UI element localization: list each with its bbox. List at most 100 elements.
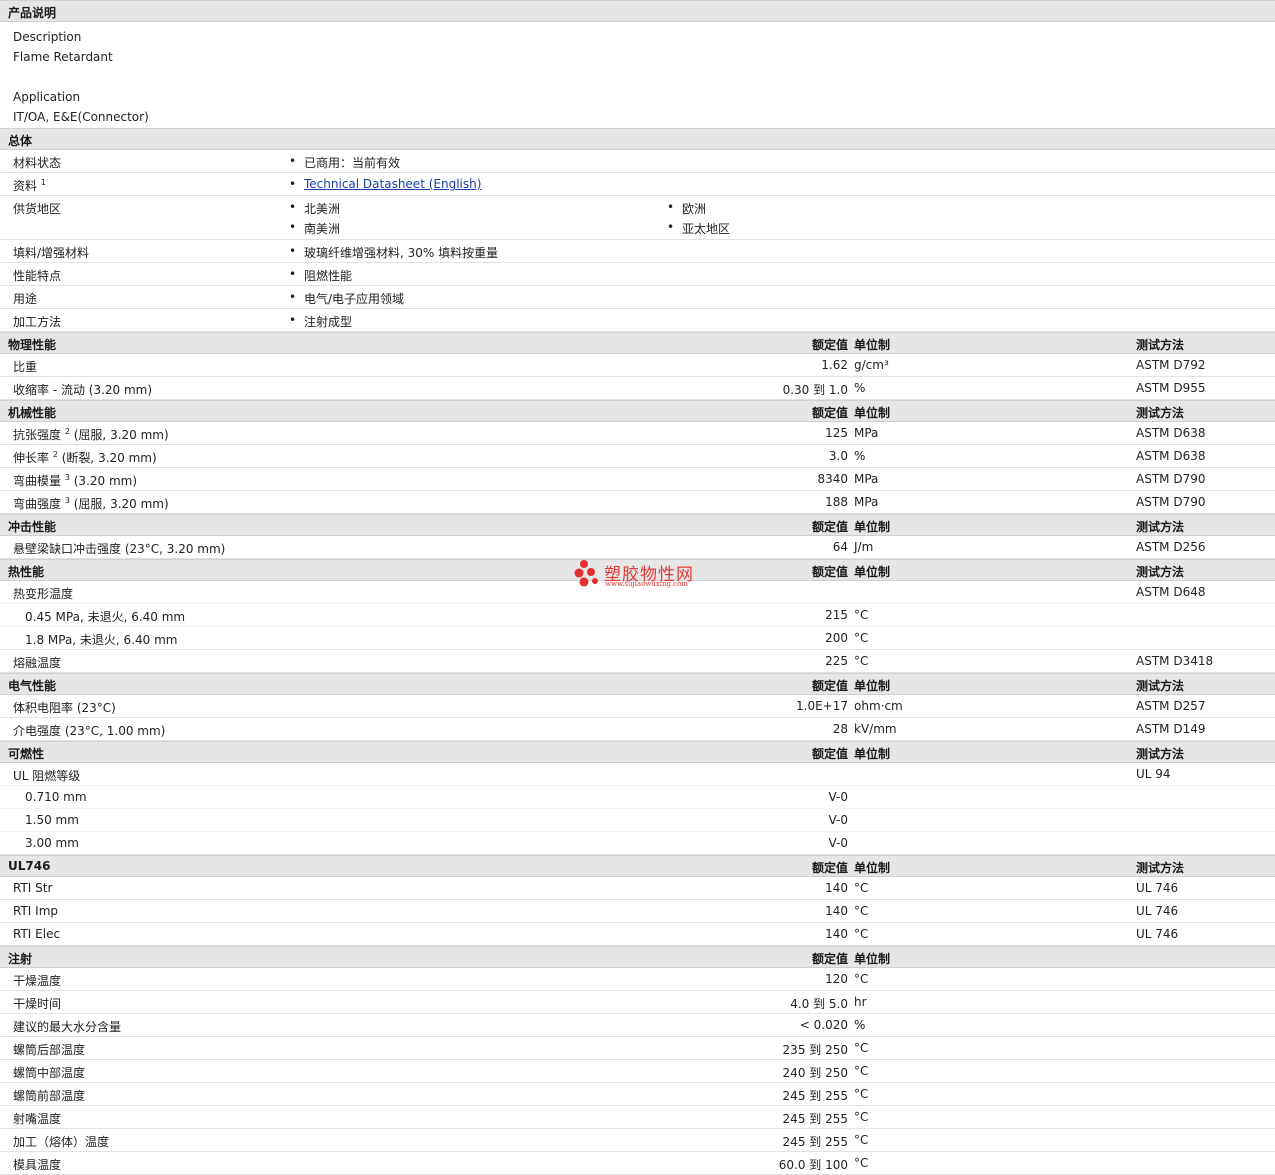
section-title: 产品说明 — [8, 6, 57, 20]
col-header-unit: 单位制 — [854, 861, 891, 875]
row-bullet: 阻燃性能 — [288, 267, 352, 284]
property-value: 235 到 250 — [782, 1043, 848, 1057]
property-value: 4.0 到 5.0 — [790, 997, 848, 1011]
property-value: 200 — [825, 631, 848, 645]
property-unit: J/m — [854, 540, 874, 554]
col-header-unit: 单位制 — [854, 747, 891, 761]
col-header-unit: 单位制 — [854, 679, 891, 693]
property-unit: kV/mm — [854, 722, 897, 736]
test-method: UL 746 — [1136, 927, 1179, 941]
col-header-value: 额定值 — [811, 952, 848, 966]
col-header-unit: 单位制 — [854, 565, 891, 579]
region-item: 欧洲 — [666, 200, 706, 217]
row-label: 填料/增强材料 — [13, 246, 90, 260]
section-title: 冲击性能 — [8, 520, 57, 534]
property-value: 1.0E+17 — [796, 699, 848, 713]
property-label: 螺筒中部温度 — [13, 1066, 86, 1080]
test-method: ASTM D638 — [1136, 426, 1206, 440]
property-value: 28 — [832, 722, 848, 736]
property-unit: °C — [854, 608, 869, 622]
general-row-status: 材料状态 已商用：当前有效 — [0, 150, 1275, 173]
section-title: 物理性能 — [8, 338, 57, 352]
property-unit: °C — [854, 927, 869, 941]
property-row: 体积电阻率 (23°C) 1.0E+17 ohm·cm ASTM D257 — [0, 695, 1275, 718]
property-unit: °C — [854, 904, 869, 918]
property-value: V-0 — [828, 836, 848, 850]
property-row: 螺筒中部温度 240 到 250 °C — [0, 1060, 1275, 1083]
section-header-ul746: UL746 额定值 单位制 测试方法 — [0, 855, 1275, 877]
row-label: 性能特点 — [13, 269, 62, 283]
property-unit: °C — [854, 1156, 869, 1170]
col-header-value: 额定值 — [811, 747, 848, 761]
property-label: 射嘴温度 — [13, 1112, 62, 1126]
property-unit: °C — [854, 1133, 869, 1147]
property-value: 64 — [832, 540, 848, 554]
property-row: 弯曲强度 3 (屈服, 3.20 mm) 188 MPa ASTM D790 — [0, 491, 1275, 514]
watermark-logo: 塑胶物性网 www.sujiaowuxing.com — [574, 558, 714, 592]
property-label: 悬壁梁缺口冲击强度 (23°C, 3.20 mm) — [13, 542, 226, 556]
property-row: 介电强度 (23°C, 1.00 mm) 28 kV/mm ASTM D149 — [0, 718, 1275, 741]
property-row: RTI Str 140 °C UL 746 — [0, 877, 1275, 900]
property-label: 螺筒后部温度 — [13, 1043, 86, 1057]
property-row: 射嘴温度 245 到 255 °C — [0, 1106, 1275, 1129]
test-method: ASTM D790 — [1136, 472, 1206, 486]
property-row: 干燥温度 120 °C — [0, 968, 1275, 991]
col-header-test: 测试方法 — [1136, 406, 1185, 420]
row-bullet: 玻璃纤维增强材料, 30% 填料按重量 — [288, 244, 498, 261]
row-label: 用途 — [13, 292, 38, 306]
property-value: 140 — [825, 904, 848, 918]
property-unit: °C — [854, 654, 869, 668]
property-unit: °C — [854, 1041, 869, 1055]
property-value: V-0 — [828, 813, 848, 827]
property-unit: °C — [854, 972, 869, 986]
description-line: Flame Retardant — [0, 46, 1275, 66]
row-label: 加工方法 — [13, 315, 62, 329]
property-unit: °C — [854, 881, 869, 895]
property-row: 螺筒后部温度 235 到 250 °C — [0, 1037, 1275, 1060]
col-header-value: 额定值 — [811, 406, 848, 420]
property-unit: °C — [854, 631, 869, 645]
property-row: RTI Imp 140 °C UL 746 — [0, 900, 1275, 923]
section-header-mechanical: 机械性能 额定值 单位制 测试方法 — [0, 400, 1275, 422]
property-unit: hr — [854, 995, 867, 1009]
section-title: 可燃性 — [8, 747, 45, 761]
property-value: 60.0 到 100 — [778, 1158, 848, 1172]
row-label: 材料状态 — [13, 156, 62, 170]
col-header-test: 测试方法 — [1136, 565, 1185, 579]
property-unit: MPa — [854, 426, 879, 440]
technical-datasheet-link[interactable]: Technical Datasheet (English) — [304, 177, 481, 191]
property-condition: 1.8 MPa, 未退火, 6.40 mm — [25, 633, 178, 647]
row-bullet: 已商用：当前有效 — [288, 154, 400, 171]
description-line — [0, 66, 1275, 86]
property-value: 3.0 — [828, 449, 848, 463]
property-unit: MPa — [854, 472, 879, 486]
watermark-url: www.sujiaowuxing.com — [605, 580, 688, 588]
row-bullet: Technical Datasheet (English) — [288, 177, 481, 191]
property-label: 建议的最大水分含量 — [13, 1020, 122, 1034]
test-method: ASTM D3418 — [1136, 654, 1214, 668]
property-label: 加工（熔体）温度 — [13, 1135, 110, 1149]
property-label: 螺筒前部温度 — [13, 1089, 86, 1103]
property-label: 熔融温度 — [13, 656, 62, 670]
test-method: ASTM D149 — [1136, 722, 1206, 736]
section-title: 注射 — [8, 952, 33, 966]
watermark-dots-icon — [574, 560, 598, 587]
col-header-test: 测试方法 — [1136, 679, 1185, 693]
property-row: 伸长率 2 (断裂, 3.20 mm) 3.0 % ASTM D638 — [0, 445, 1275, 468]
property-unit: % — [854, 1018, 866, 1032]
property-condition: 1.50 mm — [25, 813, 79, 827]
property-row: UL 阻燃等级 UL 94 — [0, 763, 1275, 786]
property-label: RTI Elec — [13, 927, 61, 941]
property-row: 螺筒前部温度 245 到 255 °C — [0, 1083, 1275, 1106]
section-title: 电气性能 — [8, 679, 57, 693]
property-unit: % — [854, 381, 866, 395]
property-value: 240 到 250 — [782, 1066, 848, 1080]
property-label: 模具温度 — [13, 1158, 62, 1172]
property-row: 干燥时间 4.0 到 5.0 hr — [0, 991, 1275, 1014]
test-method: UL 94 — [1136, 767, 1171, 781]
property-unit: MPa — [854, 495, 879, 509]
section-title: UL746 — [8, 859, 51, 873]
property-row: 熔融温度 225 °C ASTM D3418 — [0, 650, 1275, 673]
col-header-value: 额定值 — [811, 520, 848, 534]
property-label: 干燥时间 — [13, 997, 62, 1011]
